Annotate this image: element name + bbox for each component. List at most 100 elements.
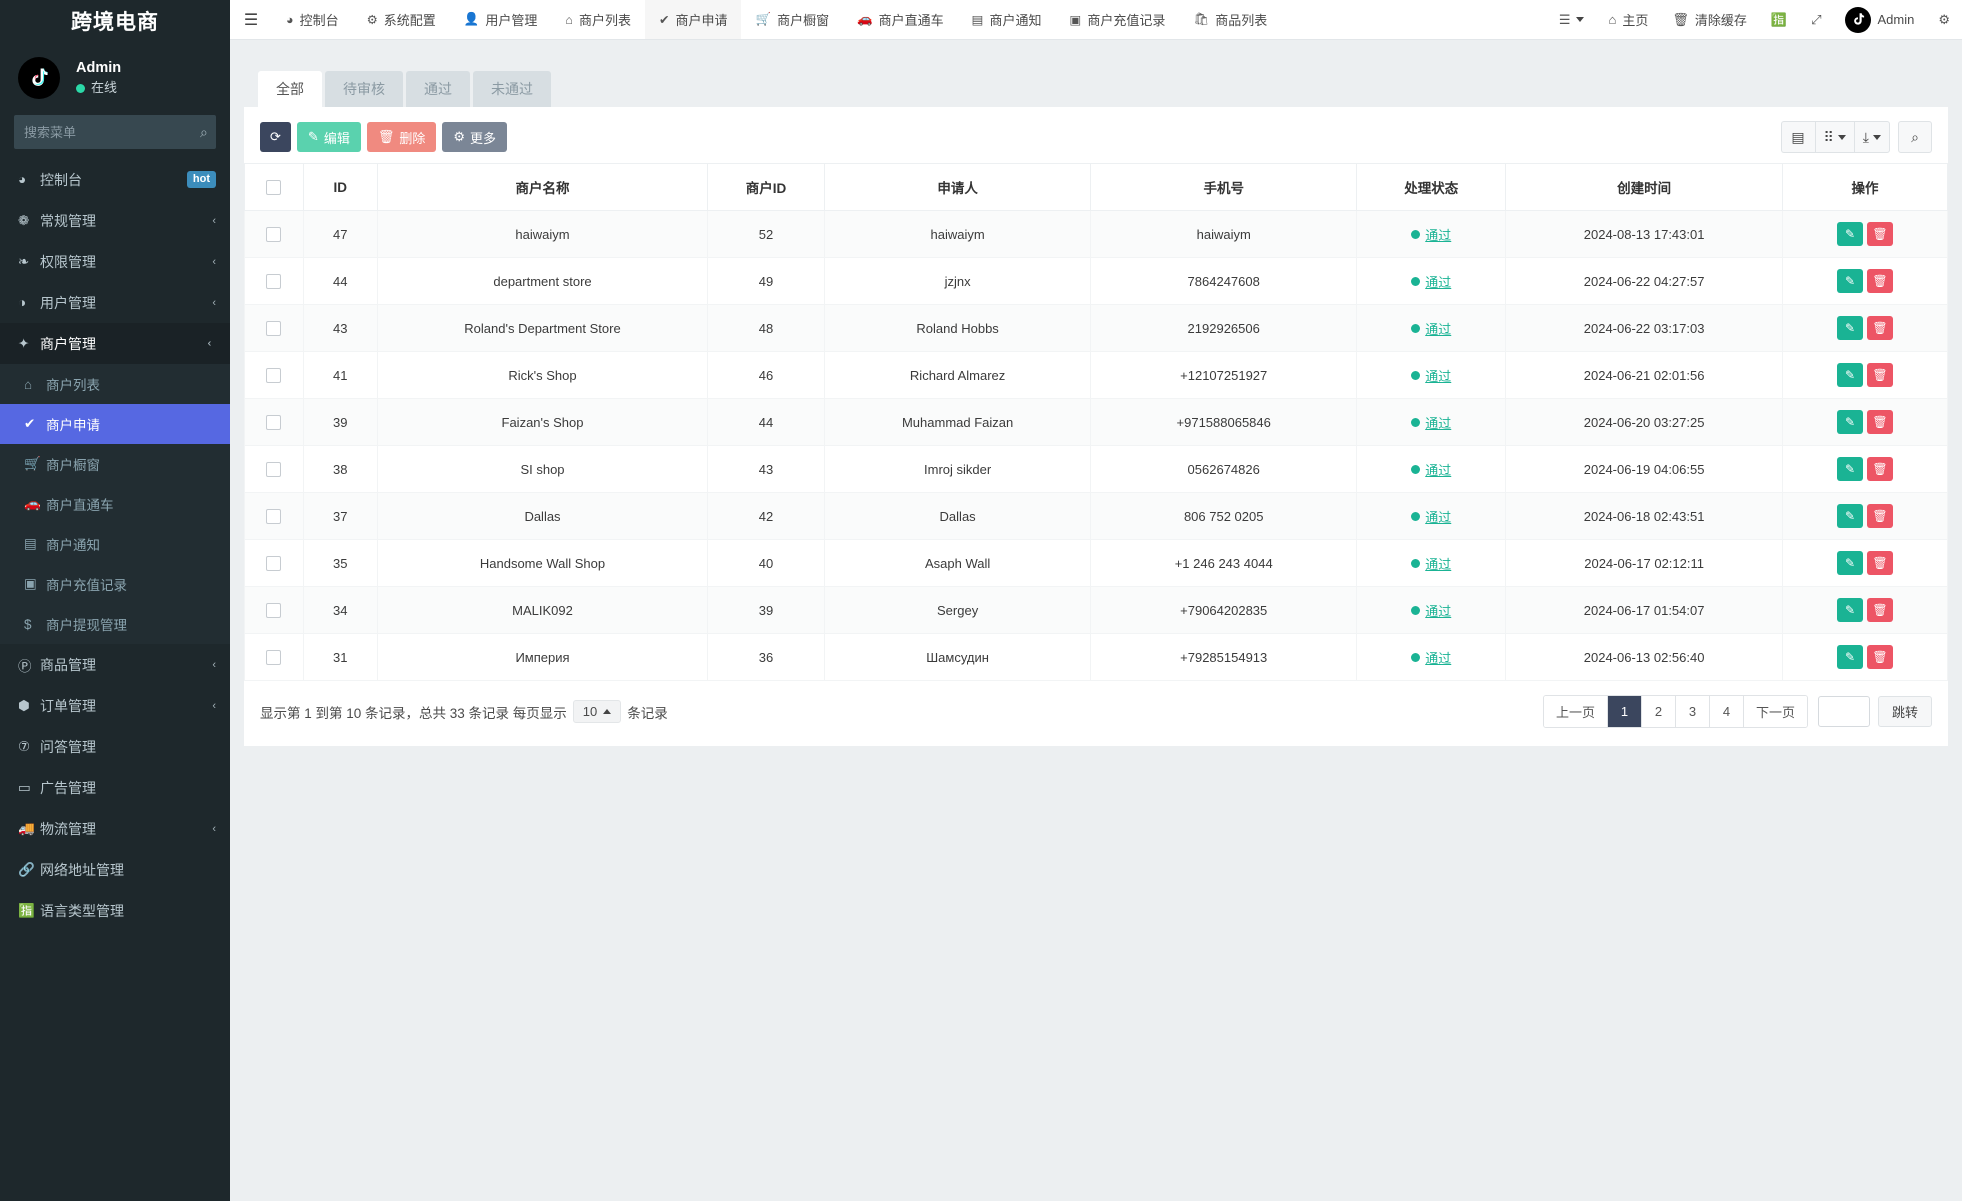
grid-icon[interactable]: ⠿ xyxy=(1814,121,1854,153)
status-badge[interactable]: 通过 xyxy=(1411,460,1451,479)
topright-item-4[interactable]: ⤢ xyxy=(1799,0,1833,39)
page-size-select[interactable]: 10 xyxy=(572,700,622,723)
sidebar-item-商户橱窗[interactable]: 🛒 商户橱窗 xyxy=(0,444,230,484)
tab-1[interactable]: 待审核 xyxy=(325,70,403,107)
row-checkbox[interactable] xyxy=(266,274,282,290)
row-checkbox[interactable] xyxy=(266,462,282,478)
search-input[interactable] xyxy=(24,124,200,140)
table-row[interactable]: 31 Империя 36 Шамсудин +79285154913 通过 2… xyxy=(244,633,1949,681)
delete-button[interactable]: 🗑 删除 xyxy=(366,122,437,152)
row-delete-button[interactable]: 🗑 xyxy=(1866,316,1893,340)
row-edit-button[interactable]: ✎ xyxy=(1836,551,1863,575)
row-delete-button[interactable]: 🗑 xyxy=(1866,457,1893,481)
sidebar-item-商户通知[interactable]: ▤ 商户通知 xyxy=(0,524,230,564)
status-badge[interactable]: 通过 xyxy=(1411,507,1451,526)
topright-item-3[interactable]: 🈯 xyxy=(1759,0,1799,39)
topnav-item-1[interactable]: ⚙ 系统配置 xyxy=(353,0,450,39)
status-badge[interactable]: 通过 xyxy=(1411,601,1451,620)
table-row[interactable]: 37 Dallas 42 Dallas 806 752 0205 通过 2024… xyxy=(244,492,1949,540)
sidebar-item-9[interactable]: 🚚 物流管理 ‹ xyxy=(0,808,230,849)
sidebar-item-2[interactable]: ❧ 权限管理 ‹ xyxy=(0,241,230,282)
sidebar-item-6[interactable]: ⬢ 订单管理 ‹ xyxy=(0,685,230,726)
status-badge[interactable]: 通过 xyxy=(1411,272,1451,291)
sidebar-item-商户列表[interactable]: ⌂ 商户列表 xyxy=(0,364,230,404)
topbar-user[interactable]: Admin xyxy=(1833,0,1926,39)
table-row[interactable]: 44 department store 49 jzjnx 7864247608 … xyxy=(244,257,1949,305)
table-row[interactable]: 41 Rick's Shop 46 Richard Almarez +12107… xyxy=(244,351,1949,399)
row-delete-button[interactable]: 🗑 xyxy=(1866,645,1893,669)
table-row[interactable]: 43 Roland's Department Store 48 Roland H… xyxy=(244,304,1949,352)
row-checkbox[interactable] xyxy=(266,650,282,666)
refresh-button[interactable]: ⟳ xyxy=(260,122,291,152)
row-edit-button[interactable]: ✎ xyxy=(1836,222,1863,246)
row-edit-button[interactable]: ✎ xyxy=(1836,504,1863,528)
more-button[interactable]: ⚙ 更多 xyxy=(442,122,508,152)
sidebar-item-3[interactable]: ◑ 用户管理 ‹ xyxy=(0,282,230,323)
table-row[interactable]: 47 haiwaiym 52 haiwaiym haiwaiym 通过 2024… xyxy=(244,210,1949,258)
settings-icon[interactable]: ⚙ xyxy=(1926,0,1962,39)
topnav-item-0[interactable]: ◕ 控制台 xyxy=(272,0,353,39)
pagination-page-2[interactable]: 2 xyxy=(1641,696,1676,727)
topnav-item-2[interactable]: 👤 用户管理 xyxy=(450,0,552,39)
topnav-item-9[interactable]: 🛍 商品列表 xyxy=(1179,0,1281,39)
sidebar-item-商户直通车[interactable]: 🚗 商户直通车 xyxy=(0,484,230,524)
row-edit-button[interactable]: ✎ xyxy=(1836,363,1863,387)
sidebar-item-商户充值记录[interactable]: ▣ 商户充值记录 xyxy=(0,564,230,604)
row-edit-button[interactable]: ✎ xyxy=(1836,316,1863,340)
edit-button[interactable]: ✎ 编辑 xyxy=(296,122,361,152)
sidebar-item-0[interactable]: ◕ 控制台 hot xyxy=(0,159,230,200)
sidebar-item-5[interactable]: Ⓟ 商品管理 ‹ xyxy=(0,644,230,685)
status-badge[interactable]: 通过 xyxy=(1411,554,1451,573)
row-delete-button[interactable]: 🗑 xyxy=(1866,551,1893,575)
row-delete-button[interactable]: 🗑 xyxy=(1866,410,1893,434)
tab-2[interactable]: 通过 xyxy=(406,70,470,107)
topright-item-0[interactable]: ☰ xyxy=(1547,0,1597,39)
row-edit-button[interactable]: ✎ xyxy=(1836,598,1863,622)
row-delete-button[interactable]: 🗑 xyxy=(1866,598,1893,622)
pagination-next[interactable]: 下一页 xyxy=(1743,696,1807,727)
sidebar-item-商户申请[interactable]: ✔ 商户申请 xyxy=(0,404,230,444)
sidebar-item-4[interactable]: ✦ 商户管理 ⌄ xyxy=(0,323,230,364)
topnav-item-7[interactable]: ▤ 商户通知 xyxy=(958,0,1056,39)
topnav-item-3[interactable]: ⌂ 商户列表 xyxy=(551,0,645,39)
row-checkbox[interactable] xyxy=(266,509,282,525)
sidebar-item-1[interactable]: ❁ 常规管理 ‹ xyxy=(0,200,230,241)
row-delete-button[interactable]: 🗑 xyxy=(1866,363,1893,387)
topnav-item-6[interactable]: 🚗 商户直通车 xyxy=(843,0,958,39)
pagination-prev[interactable]: 上一页 xyxy=(1543,696,1608,727)
topnav-item-4[interactable]: ✔ 商户申请 xyxy=(644,0,742,39)
sidebar-item-7[interactable]: ⑦ 问答管理 xyxy=(0,726,230,767)
row-edit-button[interactable]: ✎ xyxy=(1836,645,1863,669)
topright-item-1[interactable]: ⌂ 主页 xyxy=(1596,0,1660,39)
topnav-item-8[interactable]: ▣ 商户充值记录 xyxy=(1056,0,1180,39)
pagination-page-3[interactable]: 3 xyxy=(1675,696,1710,727)
hamburger-icon[interactable]: ☰ xyxy=(230,0,272,39)
row-edit-button[interactable]: ✎ xyxy=(1836,410,1863,434)
sidebar-item-11[interactable]: 🈯 语言类型管理 xyxy=(0,890,230,931)
row-edit-button[interactable]: ✎ xyxy=(1836,457,1863,481)
status-badge[interactable]: 通过 xyxy=(1411,648,1451,667)
row-checkbox[interactable] xyxy=(266,556,282,572)
row-delete-button[interactable]: 🗑 xyxy=(1866,222,1893,246)
columns-icon[interactable]: ▤ xyxy=(1780,121,1815,153)
table-search-icon[interactable]: ⌕ xyxy=(1898,121,1932,153)
table-row[interactable]: 39 Faizan's Shop 44 Muhammad Faizan +971… xyxy=(244,398,1949,446)
row-checkbox[interactable] xyxy=(266,415,282,431)
pagination-page-1[interactable]: 1 xyxy=(1607,696,1642,727)
table-row[interactable]: 35 Handsome Wall Shop 40 Asaph Wall +1 2… xyxy=(244,539,1949,587)
select-all-checkbox[interactable] xyxy=(266,179,282,195)
jump-page-input[interactable] xyxy=(1817,696,1870,727)
table-row[interactable]: 38 SI shop 43 Imroj sikder 0562674826 通过… xyxy=(244,445,1949,493)
sidebar-item-8[interactable]: ▭ 广告管理 xyxy=(0,767,230,808)
sidebar-item-10[interactable]: 🔗 网络地址管理 xyxy=(0,849,230,890)
row-checkbox[interactable] xyxy=(266,321,282,337)
search-icon[interactable]: ⌕ xyxy=(200,124,208,141)
jump-button[interactable]: 跳转 xyxy=(1877,696,1932,727)
row-checkbox[interactable] xyxy=(266,227,282,243)
export-icon[interactable]: ⤓ xyxy=(1853,121,1890,153)
sidebar-search[interactable]: ⌕ xyxy=(14,115,216,149)
pagination-page-4[interactable]: 4 xyxy=(1709,696,1744,727)
status-badge[interactable]: 通过 xyxy=(1411,413,1451,432)
topnav-item-5[interactable]: 🛒 商户橱窗 xyxy=(741,0,843,39)
status-badge[interactable]: 通过 xyxy=(1411,225,1451,244)
